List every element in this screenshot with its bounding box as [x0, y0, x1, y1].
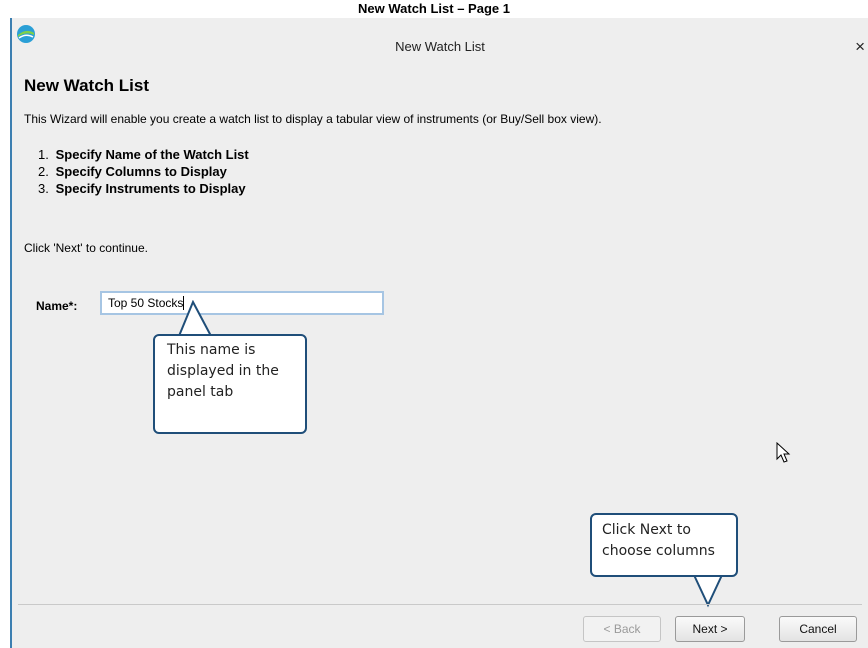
page-heading: New Watch List	[24, 76, 149, 95]
window-title: New Watch List	[395, 39, 485, 54]
step-label: Specify Name of the Watch List	[55, 147, 249, 162]
callout-next-note: Click Next to choose columns	[590, 513, 738, 577]
title-bar: New Watch List ×	[12, 18, 868, 60]
step-label: Specify Instruments to Display	[55, 181, 246, 196]
callout-name-note: This name is displayed in the panel tab	[153, 334, 307, 434]
wizard-description: This Wizard will enable you create a wat…	[24, 112, 602, 126]
step-number: 2.	[38, 164, 49, 179]
step-item: 3. Specify Instruments to Display	[38, 180, 249, 197]
callout-line: displayed in the	[167, 363, 279, 379]
callout-line: Click Next to	[602, 522, 691, 538]
callout-line: This name is	[167, 342, 256, 358]
step-number: 3.	[38, 181, 49, 196]
step-label: Specify Columns to Display	[55, 164, 227, 179]
new-watch-list-dialog: New Watch List × New Watch List This Wiz…	[10, 18, 868, 648]
callout-tail-name	[178, 300, 212, 337]
continue-hint: Click 'Next' to continue.	[24, 241, 148, 255]
step-item: 2. Specify Columns to Display	[38, 163, 249, 180]
mouse-pointer-icon	[776, 442, 791, 463]
callout-line: choose columns	[602, 543, 715, 559]
callout-line: panel tab	[167, 384, 234, 400]
footer-divider	[18, 604, 862, 605]
name-input[interactable]: Top 50 Stocks	[100, 291, 384, 315]
name-label: Name*:	[36, 299, 78, 313]
page-caption: New Watch List – Page 1	[358, 1, 510, 16]
step-number: 1.	[38, 147, 49, 162]
name-value: Top 50 Stocks	[108, 296, 185, 310]
cancel-button[interactable]: Cancel	[779, 616, 857, 642]
close-icon[interactable]: ×	[855, 38, 865, 55]
back-button[interactable]: < Back	[583, 616, 661, 642]
step-item: 1. Specify Name of the Watch List	[38, 146, 249, 163]
steps-list: 1. Specify Name of the Watch List 2. Spe…	[38, 146, 249, 197]
next-button[interactable]: Next >	[675, 616, 745, 642]
